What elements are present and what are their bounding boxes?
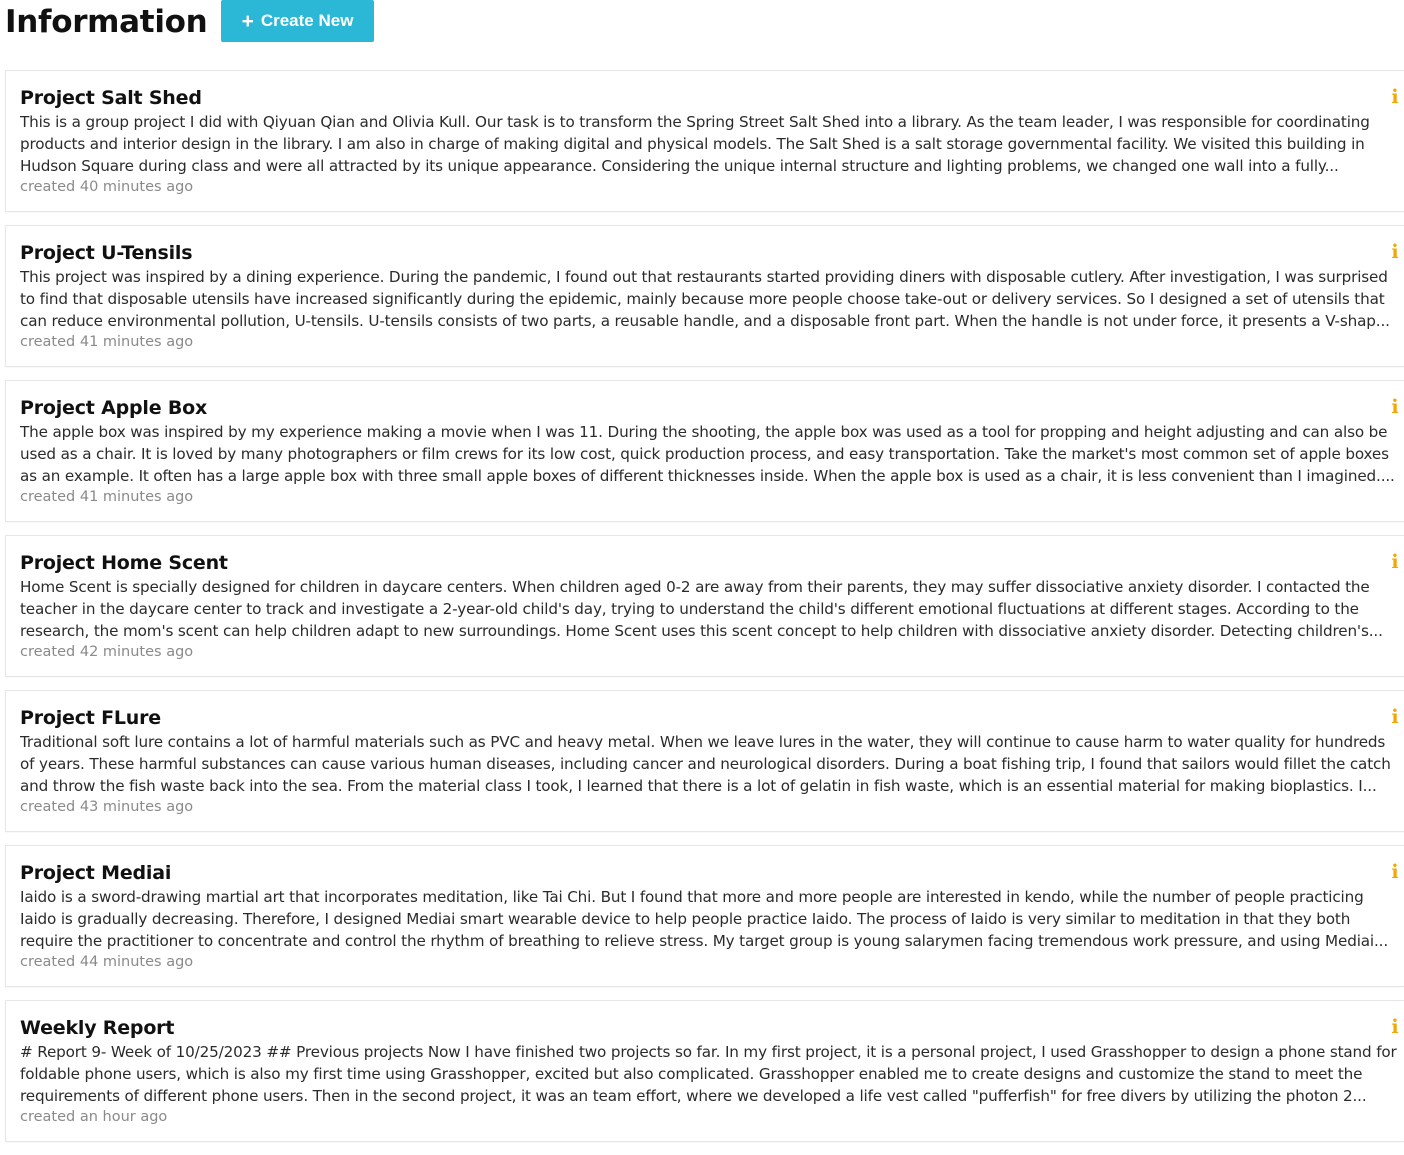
list-item[interactable]: Project Apple Box The apple box was insp…	[5, 380, 1404, 522]
info-icon[interactable]: i	[1390, 242, 1400, 262]
card-description: Home Scent is specially designed for chi…	[20, 578, 1383, 640]
card-title[interactable]: Project Apple Box	[20, 395, 1404, 421]
list-item[interactable]: Project Salt Shed This is a group projec…	[5, 70, 1404, 212]
list-item[interactable]: Project Home Scent Home Scent is special…	[5, 535, 1404, 677]
card-description: This is a group project I did with Qiyua…	[20, 113, 1370, 175]
list-item[interactable]: Project FLure Traditional soft lure cont…	[5, 690, 1404, 832]
info-icon[interactable]: i	[1390, 87, 1400, 107]
info-icon[interactable]: i	[1390, 1017, 1400, 1037]
info-icon[interactable]: i	[1390, 397, 1400, 417]
card-description: Traditional soft lure contains a lot of …	[20, 733, 1391, 795]
info-icon[interactable]: i	[1390, 862, 1400, 882]
card-created-time: created an hour ago	[20, 1109, 168, 1125]
card-title[interactable]: Project FLure	[20, 705, 1404, 731]
plus-icon: +	[241, 9, 254, 33]
card-description: The apple box was inspired by my experie…	[20, 423, 1395, 485]
list-item[interactable]: Project Mediai Iaido is a sword-drawing …	[5, 845, 1404, 987]
information-list: Project Salt Shed This is a group projec…	[5, 70, 1404, 1155]
card-title[interactable]: Project Salt Shed	[20, 85, 1404, 111]
card-title[interactable]: Project U-Tensils	[20, 240, 1404, 266]
list-item[interactable]: Project U-Tensils This project was inspi…	[5, 225, 1404, 367]
card-description: Iaido is a sword-drawing martial art tha…	[20, 888, 1389, 950]
info-icon[interactable]: i	[1390, 707, 1400, 727]
card-title[interactable]: Weekly Report	[20, 1015, 1404, 1041]
card-created-time: created 41 minutes ago	[20, 489, 194, 505]
card-created-time: created 42 minutes ago	[20, 644, 194, 660]
create-new-label: Create New	[260, 11, 354, 30]
card-created-time: created 43 minutes ago	[20, 799, 194, 815]
card-created-time: created 40 minutes ago	[20, 179, 194, 195]
card-description: # Report 9- Week of 10/25/2023 ## Previo…	[20, 1043, 1397, 1105]
card-title[interactable]: Project Home Scent	[20, 550, 1404, 576]
page-title: Information	[5, 4, 208, 40]
page-header: Information + Create New	[0, 0, 1404, 42]
card-title[interactable]: Project Mediai	[20, 860, 1404, 886]
card-created-time: created 41 minutes ago	[20, 334, 194, 350]
info-icon[interactable]: i	[1390, 552, 1400, 572]
card-created-time: created 44 minutes ago	[20, 954, 194, 970]
card-description: This project was inspired by a dining ex…	[20, 268, 1390, 330]
list-item[interactable]: Weekly Report # Report 9- Week of 10/25/…	[5, 1000, 1404, 1142]
create-new-button[interactable]: + Create New	[221, 0, 374, 42]
